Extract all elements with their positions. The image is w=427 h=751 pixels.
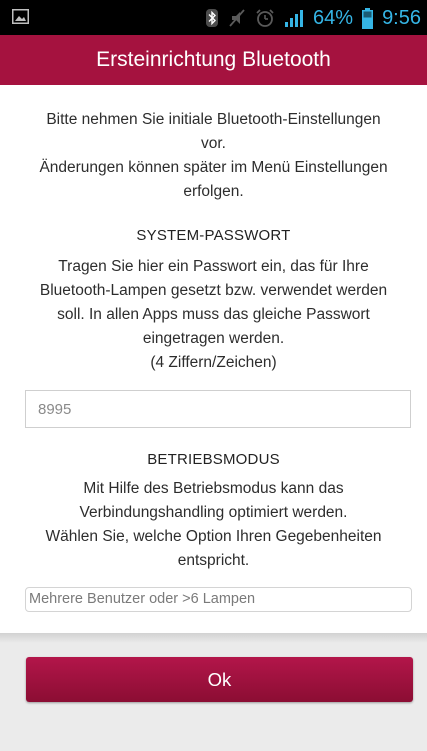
ok-button-label: Ok [207, 668, 232, 690]
ok-button[interactable]: Ok [26, 657, 413, 702]
app-header: Ersteinrichtung Bluetooth [0, 35, 427, 85]
setup-form: Bitte nehmen Sie initiale Bluetooth-Eins… [0, 85, 427, 633]
password-heading: SYSTEM-PASSWORT [136, 227, 291, 244]
mode-line: entspricht. [177, 552, 250, 569]
battery-percent: 64% [313, 6, 354, 29]
password-line: eingetragen werden. [142, 330, 285, 347]
signal-icon [284, 8, 304, 28]
footer-divider [0, 633, 427, 643]
intro-text: Bitte nehmen Sie initiale Bluetooth-Eins… [18, 108, 409, 204]
mode-heading: BETRIEBSMODUS [147, 451, 280, 468]
password-line: Bluetooth-Lampen gesetzt bzw. verwendet … [39, 282, 388, 299]
mode-select[interactable]: Mehrere Benutzer oder >6 Lampen [25, 587, 412, 612]
password-description: Tragen Sie hier ein Passwort ein, das fü… [18, 255, 409, 375]
page-title: Ersteinrichtung Bluetooth [96, 48, 331, 71]
bluetooth-icon [205, 8, 219, 28]
mode-line: Verbindungshandling optimiert werden. [79, 504, 348, 521]
status-time: 9:56 [382, 6, 421, 29]
mode-select-value: Mehrere Benutzer oder >6 Lampen [29, 591, 256, 607]
image-icon [12, 9, 29, 24]
mode-description: Mit Hilfe des Betriebsmodus kann das Ver… [18, 477, 409, 573]
password-line: Tragen Sie hier ein Passwort ein, das fü… [58, 258, 369, 275]
intro-line: Bitte nehmen Sie initiale Bluetooth-Eins… [46, 111, 381, 128]
intro-line: erfolgen. [183, 183, 244, 200]
battery-icon [362, 7, 374, 29]
password-line: (4 Ziffern/Zeichen) [150, 354, 277, 371]
mode-line: Mit Hilfe des Betriebsmodus kann das [83, 480, 344, 497]
intro-line: vor. [201, 135, 226, 152]
password-input[interactable] [25, 390, 411, 428]
mode-line: Wählen Sie, welche Option Ihren Gegebenh… [45, 528, 382, 545]
intro-line: Änderungen können später im Menü Einstel… [39, 159, 388, 176]
status-bar: 64% 9:56 [0, 0, 427, 35]
alarm-icon [255, 8, 275, 28]
mute-icon [228, 8, 246, 28]
password-line: soll. In allen Apps muss das gleiche Pas… [57, 306, 370, 323]
